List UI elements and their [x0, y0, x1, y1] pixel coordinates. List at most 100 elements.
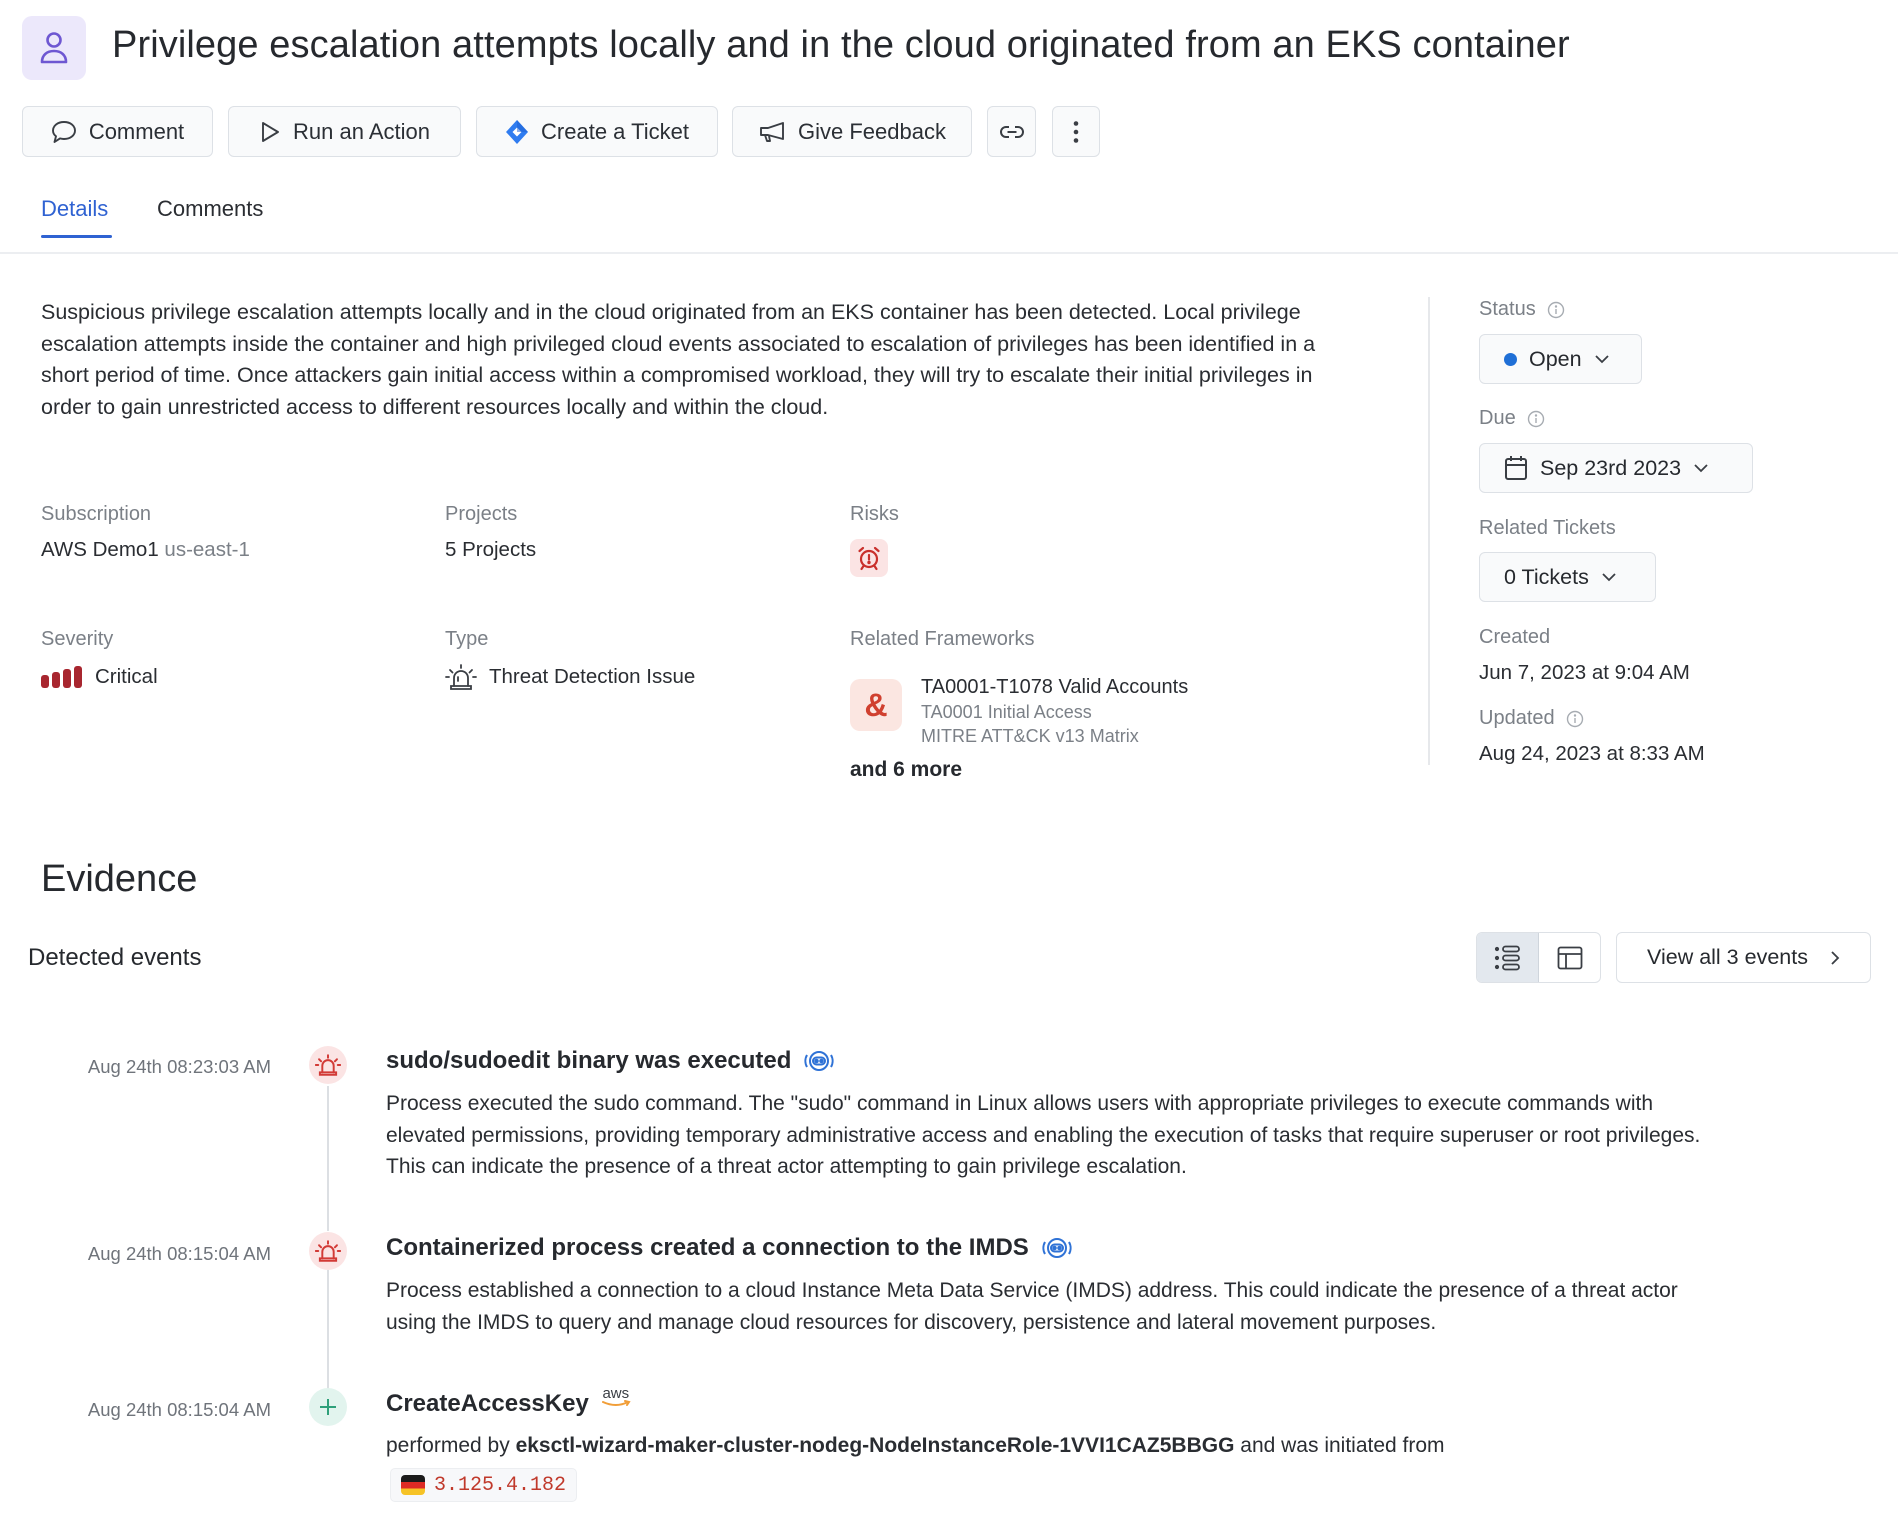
ampersand-icon: &	[864, 686, 888, 723]
timeline-view-button[interactable]	[1477, 933, 1539, 982]
due-label: Due	[1479, 407, 1545, 430]
event-type-badge	[309, 1046, 347, 1084]
projects-label: Projects	[445, 503, 518, 525]
status-dot	[1504, 352, 1517, 366]
info-icon[interactable]	[1527, 410, 1545, 428]
subscription-name: AWS Demo1	[41, 538, 159, 561]
view-mode-toggle	[1476, 932, 1601, 983]
copy-link-button[interactable]	[987, 106, 1036, 157]
info-icon[interactable]	[1566, 710, 1584, 728]
sensor-icon	[804, 1051, 834, 1071]
updated-label-text: Updated	[1479, 707, 1555, 729]
event-description: performed by eksctl-wizard-maker-cluster…	[386, 1430, 1716, 1462]
plus-icon	[320, 1399, 336, 1415]
give-feedback-button[interactable]: Give Feedback	[732, 106, 972, 157]
timeline-connector	[327, 1270, 329, 1402]
updated-value: Aug 24, 2023 at 8:33 AM	[1479, 742, 1705, 765]
severity-label: Severity	[41, 628, 114, 650]
framework-title: TA0001-T1078 Valid Accounts	[921, 676, 1189, 698]
event-type-badge	[309, 1232, 347, 1270]
chevron-down-icon	[1602, 573, 1616, 582]
performed-by-label: performed by	[386, 1434, 510, 1457]
type-label: Type	[445, 628, 489, 650]
created-value: Jun 7, 2023 at 9:04 AM	[1479, 661, 1690, 684]
event-title-text: Containerized process created a connecti…	[386, 1234, 1029, 1261]
event-title[interactable]: Containerized process created a connecti…	[386, 1234, 1073, 1262]
tab-details[interactable]: Details	[41, 196, 108, 222]
run-action-button[interactable]: Run an Action	[228, 106, 461, 157]
status-dropdown[interactable]: Open	[1479, 334, 1642, 384]
user-icon	[40, 32, 68, 64]
risk-badge[interactable]	[850, 539, 888, 577]
status-label: Status	[1479, 298, 1565, 321]
sensor-icon	[1042, 1238, 1072, 1258]
create-ticket-button[interactable]: Create a Ticket	[476, 106, 718, 157]
give-feedback-button-label: Give Feedback	[798, 118, 946, 144]
aws-logo-text: aws	[602, 1385, 630, 1402]
aws-logo-icon: aws	[601, 1385, 631, 1407]
framework-matrix: MITRE ATT&CK v13 Matrix	[921, 726, 1139, 746]
severity-bar	[63, 669, 71, 688]
more-vertical-icon	[1073, 120, 1079, 143]
event-title-text: CreateAccessKey	[386, 1390, 589, 1417]
related-tickets-dropdown[interactable]: 0 Tickets	[1479, 552, 1656, 602]
initiated-from-label: and was initiated from	[1240, 1434, 1445, 1457]
calendar-icon	[1505, 456, 1527, 480]
comment-button[interactable]: Comment	[22, 106, 213, 157]
event-description: Process executed the sudo command. The "…	[386, 1092, 1701, 1178]
subscription-value[interactable]: AWS Demo1 us-east-1	[41, 538, 250, 562]
updated-label: Updated	[1479, 707, 1584, 730]
projects-value[interactable]: 5 Projects	[445, 538, 536, 562]
due-date-value: Sep 23rd 2023	[1540, 455, 1682, 480]
page-title: Privilege escalation attempts locally an…	[112, 24, 1570, 66]
timeline-list-icon	[1494, 945, 1520, 970]
issue-type-avatar	[22, 16, 86, 80]
speech-bubble-icon	[51, 120, 76, 143]
framework-item[interactable]: TA0001-T1078 Valid Accounts TA0001 Initi…	[921, 675, 1188, 748]
subscription-label: Subscription	[41, 503, 152, 525]
comment-button-label: Comment	[88, 118, 185, 144]
table-layout-icon	[1557, 946, 1582, 969]
framework-tactic: TA0001 Initial Access	[921, 702, 1092, 722]
due-label-text: Due	[1479, 407, 1516, 429]
play-icon	[262, 121, 279, 142]
view-all-events-button[interactable]: View all 3 events	[1616, 932, 1871, 983]
frameworks-more-link[interactable]: and 6 more	[850, 758, 962, 782]
germany-flag-icon	[401, 1475, 425, 1495]
create-ticket-button-label: Create a Ticket	[541, 118, 689, 144]
siren-icon	[315, 1054, 341, 1076]
severity-bars	[41, 666, 82, 688]
alarm-clock-icon	[858, 546, 880, 571]
more-actions-button[interactable]	[1052, 106, 1100, 157]
subscription-region: us-east-1	[164, 538, 250, 561]
info-icon[interactable]	[1547, 301, 1565, 319]
event-timestamp: Aug 24th 08:15:04 AM	[87, 1399, 271, 1420]
event-actor[interactable]: eksctl-wizard-maker-cluster-nodeg-NodeIn…	[516, 1434, 1235, 1457]
jira-icon	[506, 119, 529, 144]
evidence-heading: Evidence	[41, 858, 198, 900]
due-date-dropdown[interactable]: Sep 23rd 2023	[1479, 443, 1753, 493]
status-label-text: Status	[1479, 298, 1536, 320]
severity-bar	[41, 675, 49, 688]
timeline-connector	[327, 1086, 329, 1231]
table-view-button[interactable]	[1539, 933, 1600, 982]
type-value: Threat Detection Issue	[445, 663, 695, 691]
type-text: Threat Detection Issue	[489, 665, 696, 688]
tabs-divider	[0, 252, 1898, 254]
event-title[interactable]: CreateAccessKey aws	[386, 1385, 631, 1418]
chevron-down-icon	[1694, 464, 1708, 473]
severity-bar	[52, 672, 60, 688]
siren-icon	[445, 664, 477, 690]
framework-badge: &	[850, 679, 902, 731]
related-tickets-value: 0 Tickets	[1504, 564, 1589, 589]
event-timestamp: Aug 24th 08:15:04 AM	[87, 1243, 271, 1264]
source-ip-chip[interactable]: 3.125.4.182	[390, 1468, 578, 1502]
tab-comments[interactable]: Comments	[157, 196, 263, 222]
status-value: Open	[1529, 346, 1582, 371]
event-title[interactable]: sudo/sudoedit binary was executed	[386, 1047, 835, 1075]
frameworks-label: Related Frameworks	[850, 628, 1035, 650]
megaphone-icon	[760, 121, 784, 142]
event-title-text: sudo/sudoedit binary was executed	[386, 1047, 792, 1074]
view-all-events-label: View all 3 events	[1647, 945, 1808, 969]
event-timestamp: Aug 24th 08:23:03 AM	[87, 1056, 271, 1077]
